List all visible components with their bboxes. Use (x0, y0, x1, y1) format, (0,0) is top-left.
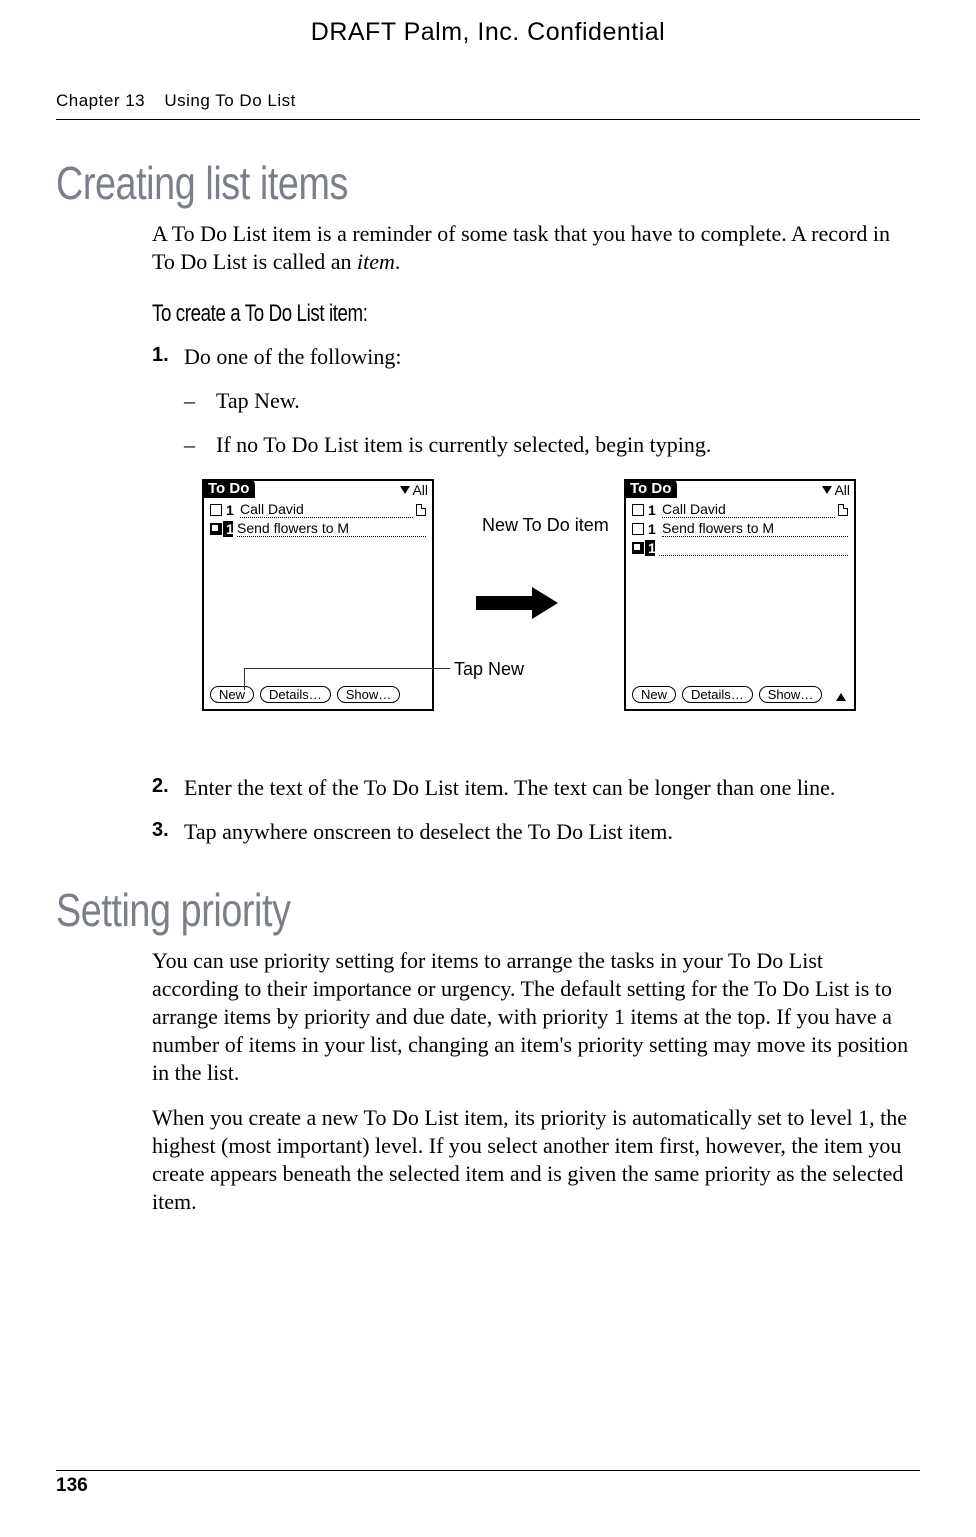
sub-bullet-1: – Tap New. (184, 386, 910, 416)
checkbox-selected-icon (210, 523, 222, 535)
todo-item-new-empty: 1 (626, 538, 854, 557)
callout-tap-new: Tap New (454, 659, 524, 680)
bullet-text: If no To Do List item is currently selec… (216, 430, 711, 460)
step-2: 2. Enter the text of the To Do List item… (152, 773, 910, 803)
category-selector: All (400, 482, 428, 498)
step-text: Enter the text of the To Do List item. T… (184, 773, 835, 803)
details-button: Details… (260, 686, 331, 703)
dropdown-icon (822, 486, 832, 494)
screen-title: To Do (202, 479, 255, 498)
new-button: New (632, 686, 676, 703)
dash: – (184, 430, 216, 460)
step-3: 3. Tap anywhere onscreen to deselect the… (152, 817, 910, 847)
priority-selected: 1 (645, 540, 655, 556)
step-text: Tap anywhere onscreen to deselect the To… (184, 817, 673, 847)
priority-paragraph-2: When you create a new To Do List item, i… (152, 1104, 910, 1217)
dash: – (184, 386, 216, 416)
footer-rule (56, 1470, 920, 1471)
priority-paragraph-1: You can use priority setting for items t… (152, 947, 910, 1088)
checkbox-selected-icon (632, 542, 644, 554)
todo-item-1: 1 Call David (204, 500, 432, 519)
section-heading-priority: Setting priority (56, 883, 764, 937)
procedure-subhead: To create a To Do List item: (152, 300, 743, 328)
draft-confidential-header: DRAFT Palm, Inc. Confidential (0, 0, 976, 47)
chapter-header: Chapter 13 Using To Do List (0, 47, 976, 111)
todo-item-2-selected: 1 Send flowers to M (204, 519, 432, 538)
figure-annotations: New To Do item Tap New (434, 479, 624, 711)
todo-text: Send flowers to M (662, 520, 848, 537)
todo-text-empty (659, 539, 848, 556)
checkbox-icon (210, 504, 222, 516)
section-heading-creating: Creating list items (56, 156, 764, 210)
show-button: Show… (759, 686, 823, 703)
scroll-up-icon (836, 693, 846, 701)
step-text: Do one of the following: (184, 342, 402, 372)
todo-item-1: 1 Call David (626, 500, 854, 519)
priority: 1 (648, 521, 658, 537)
priority: 1 (648, 502, 658, 518)
dropdown-icon (400, 486, 410, 494)
figure-container: To Do All 1 Call David 1 Send flowers to… (202, 479, 910, 759)
checkbox-icon (632, 504, 644, 516)
todo-item-2: 1 Send flowers to M (626, 519, 854, 538)
sub-bullet-2: – If no To Do List item is currently sel… (184, 430, 910, 460)
chapter-number: Chapter 13 (56, 91, 145, 110)
category-selector: All (822, 482, 850, 498)
new-button: New (210, 686, 254, 703)
note-icon (838, 504, 848, 516)
intro-paragraph: A To Do List item is a reminder of some … (152, 220, 910, 276)
callout-new-item: New To Do item (482, 515, 609, 537)
arrow-right-icon (476, 587, 558, 619)
step-1: 1. Do one of the following: (152, 342, 910, 372)
note-icon (416, 504, 426, 516)
step-number: 1. (152, 342, 184, 372)
page-number: 136 (56, 1475, 920, 1497)
checkbox-icon (632, 523, 644, 535)
todo-text: Call David (240, 501, 413, 518)
show-button: Show… (337, 686, 401, 703)
palm-screen-before: To Do All 1 Call David 1 Send flowers to… (202, 479, 434, 711)
bullet-text: Tap New. (216, 386, 300, 416)
page-footer: 136 (56, 1470, 920, 1497)
header-rule (56, 119, 920, 120)
step-number: 2. (152, 773, 184, 803)
chapter-title: Using To Do List (164, 91, 295, 110)
step-number: 3. (152, 817, 184, 847)
screen-title: To Do (624, 479, 677, 498)
priority: 1 (226, 502, 236, 518)
details-button: Details… (682, 686, 753, 703)
priority-selected: 1 (223, 521, 233, 537)
todo-text: Call David (662, 501, 835, 518)
todo-text: Send flowers to M (237, 520, 426, 537)
palm-screen-after: To Do All 1 Call David 1 Send flowers to… (624, 479, 856, 711)
